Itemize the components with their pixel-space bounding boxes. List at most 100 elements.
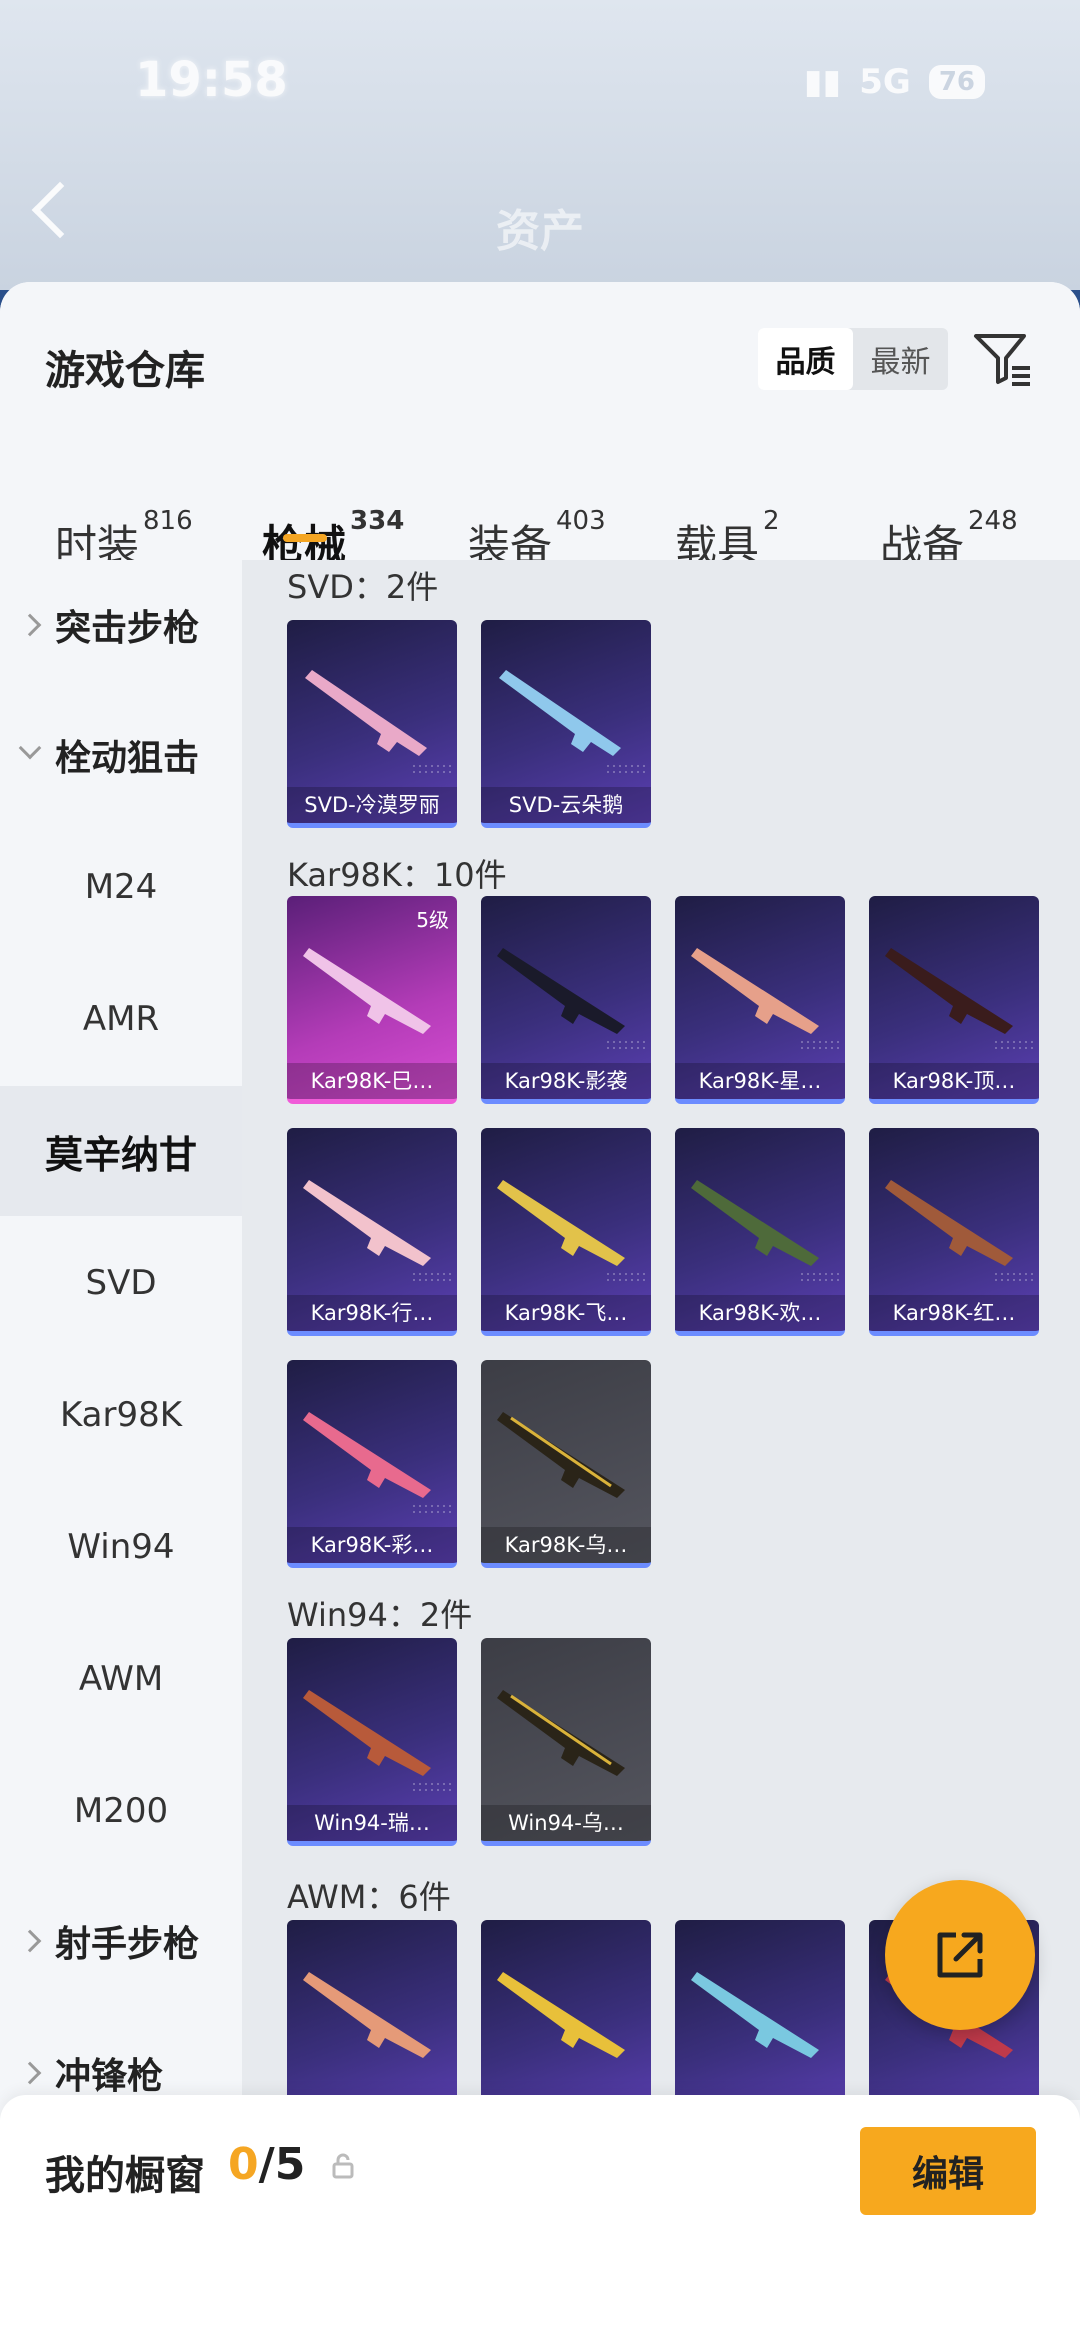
rifle-icon: [497, 1972, 625, 2058]
sheet-header: 游戏仓库 品质 最新 时装 816 枪械 334 装备 403 载具 2 战备 248: [0, 282, 1080, 570]
showcase-bar: 我的橱窗 0/5 编辑: [0, 2095, 1080, 2341]
rifle-icon: [691, 948, 819, 1034]
decoration: [993, 1271, 1033, 1285]
edit-button[interactable]: 编辑: [860, 2127, 1036, 2215]
rifle-icon: [691, 1972, 819, 2058]
rifle-icon: [303, 1412, 431, 1498]
decoration: [605, 763, 645, 777]
page-title: 游戏仓库: [45, 348, 205, 394]
weapon-card[interactable]: Kar98K-行…: [287, 1128, 457, 1336]
active-tab-indicator: [283, 534, 327, 542]
weapon-card[interactable]: Kar98K-乌…: [481, 1360, 651, 1568]
chevron-right-icon: [18, 2061, 42, 2085]
sidebar-group-marksman-rifles[interactable]: 射手步枪: [0, 1876, 242, 2006]
showcase-label: 我的橱窗: [45, 2153, 205, 2199]
weapon-name: Kar98K-欢…: [675, 1295, 845, 1331]
decoration: [411, 1271, 451, 1285]
sidebar-group-label: 栓动狙击: [55, 738, 200, 779]
weapon-card[interactable]: [675, 1920, 845, 2100]
rifle-icon: [303, 948, 431, 1034]
chevron-down-icon: [18, 736, 42, 760]
weapon-name: Kar98K-彩…: [287, 1527, 457, 1563]
rifle-icon: [303, 1972, 431, 2058]
filter-icon[interactable]: [970, 326, 1036, 392]
weapon-name: Kar98K-巳…: [287, 1063, 457, 1099]
weapon-card[interactable]: SVD-云朵鹅: [481, 620, 651, 828]
decoration: [605, 1039, 645, 1053]
weapon-name: Win94-瑞…: [287, 1805, 457, 1841]
status-icons: ▮▮ 5G 76: [804, 62, 985, 102]
section-title-awm: AWM：6件: [287, 1878, 451, 1916]
tab-count: 816: [143, 506, 193, 536]
sidebar-item-win94[interactable]: Win94: [0, 1482, 242, 1612]
weapon-card[interactable]: Kar98K-顶…: [869, 896, 1039, 1104]
weapon-card[interactable]: [481, 1920, 651, 2100]
sort-newest-button[interactable]: 最新: [853, 328, 948, 390]
rifle-icon: [499, 670, 621, 756]
weapon-card[interactable]: Kar98K-红…: [869, 1128, 1039, 1336]
weapon-name: Kar98K-影袭: [481, 1063, 651, 1099]
sidebar-item-m200[interactable]: M200: [0, 1746, 242, 1876]
sidebar-group-label: 冲锋枪: [55, 2056, 164, 2097]
rifle-icon: [497, 1412, 625, 1498]
status-bar-area: 19:58 ▮▮ 5G 76 资产: [0, 0, 1080, 290]
section-title-svd: SVD：2件: [287, 568, 439, 606]
weapon-card[interactable]: Kar98K-飞…: [481, 1128, 651, 1336]
rifle-icon: [885, 1180, 1013, 1266]
decoration: [411, 763, 451, 777]
weapon-card[interactable]: SVD-冷漠罗丽: [287, 620, 457, 828]
weapon-card[interactable]: Kar98K-彩…: [287, 1360, 457, 1568]
sidebar-group-bolt-snipers[interactable]: 栓动狙击: [0, 690, 242, 820]
weapon-card[interactable]: Kar98K-影袭: [481, 896, 651, 1104]
decoration: [799, 1039, 839, 1053]
weapon-card[interactable]: Kar98K-星…: [675, 896, 845, 1104]
share-button[interactable]: [885, 1880, 1035, 2030]
decoration: [993, 1039, 1033, 1053]
chevron-right-icon: [18, 613, 42, 637]
sidebar-group-assault-rifles[interactable]: 突击步枪: [0, 560, 242, 690]
sidebar-group-label: 突击步枪: [55, 608, 200, 649]
weapon-card[interactable]: Win94-乌…: [481, 1638, 651, 1846]
sidebar-item-kar98k[interactable]: Kar98K: [0, 1350, 242, 1480]
network-label: 5G: [859, 62, 911, 102]
nav-title: 资产: [496, 206, 584, 257]
lock-icon: [332, 2153, 354, 2179]
sidebar-item-svd[interactable]: SVD: [0, 1218, 242, 1348]
sort-quality-button[interactable]: 品质: [758, 328, 853, 390]
rifle-icon: [885, 948, 1013, 1034]
sidebar-item-m24[interactable]: M24: [0, 822, 242, 952]
weapon-name: SVD-冷漠罗丽: [287, 787, 457, 823]
showcase-count-current: 0: [228, 2139, 259, 2190]
warehouse-sheet: 游戏仓库 品质 最新 时装 816 枪械 334 装备 403 载具 2 战备 248 突…: [0, 282, 1080, 2341]
category-tabs: 时装 816 枪械 334 装备 403 载具 2 战备 248: [0, 462, 1080, 570]
section-title-kar98k: Kar98K：10件: [287, 856, 507, 894]
rifle-icon: [691, 1180, 819, 1266]
sidebar-item-amr[interactable]: AMR: [0, 954, 242, 1084]
signal-icon: ▮▮: [803, 62, 842, 102]
decoration: [799, 1271, 839, 1285]
weapon-name: Kar98K-乌…: [481, 1527, 651, 1563]
weapon-grid: SVD：2件 SVD-冷漠罗丽 SVD-云朵鹅 Kar98K：10件 5级 Ka…: [242, 560, 1080, 2100]
sidebar-group-label: 射手步枪: [55, 1924, 200, 1965]
weapon-name: Win94-乌…: [481, 1805, 651, 1841]
tab-count: 334: [350, 506, 405, 536]
showcase-count-total: /5: [258, 2139, 306, 2190]
weapon-type-sidebar: 突击步枪 栓动狙击 M24 AMR 莫辛纳甘 SVD Kar98K Win94 …: [0, 560, 242, 2100]
decoration: [605, 1271, 645, 1285]
weapon-card[interactable]: 5级 Kar98K-巳…: [287, 896, 457, 1104]
weapon-name: Kar98K-红…: [869, 1295, 1039, 1331]
weapon-name: SVD-云朵鹅: [481, 787, 651, 823]
weapon-name: Kar98K-飞…: [481, 1295, 651, 1331]
weapon-card[interactable]: Kar98K-欢…: [675, 1128, 845, 1336]
weapon-card[interactable]: Win94-瑞…: [287, 1638, 457, 1846]
sidebar-item-mosin[interactable]: 莫辛纳甘: [0, 1086, 242, 1216]
rifle-icon: [303, 1180, 431, 1266]
decoration: [411, 1781, 451, 1795]
chevron-right-icon: [18, 1929, 42, 1953]
weapon-card[interactable]: [287, 1920, 457, 2100]
decoration: [411, 1503, 451, 1517]
tab-count: 248: [968, 506, 1018, 536]
weapon-name: Kar98K-顶…: [869, 1063, 1039, 1099]
sidebar-item-awm[interactable]: AWM: [0, 1614, 242, 1744]
section-title-win94: Win94：2件: [287, 1596, 473, 1634]
